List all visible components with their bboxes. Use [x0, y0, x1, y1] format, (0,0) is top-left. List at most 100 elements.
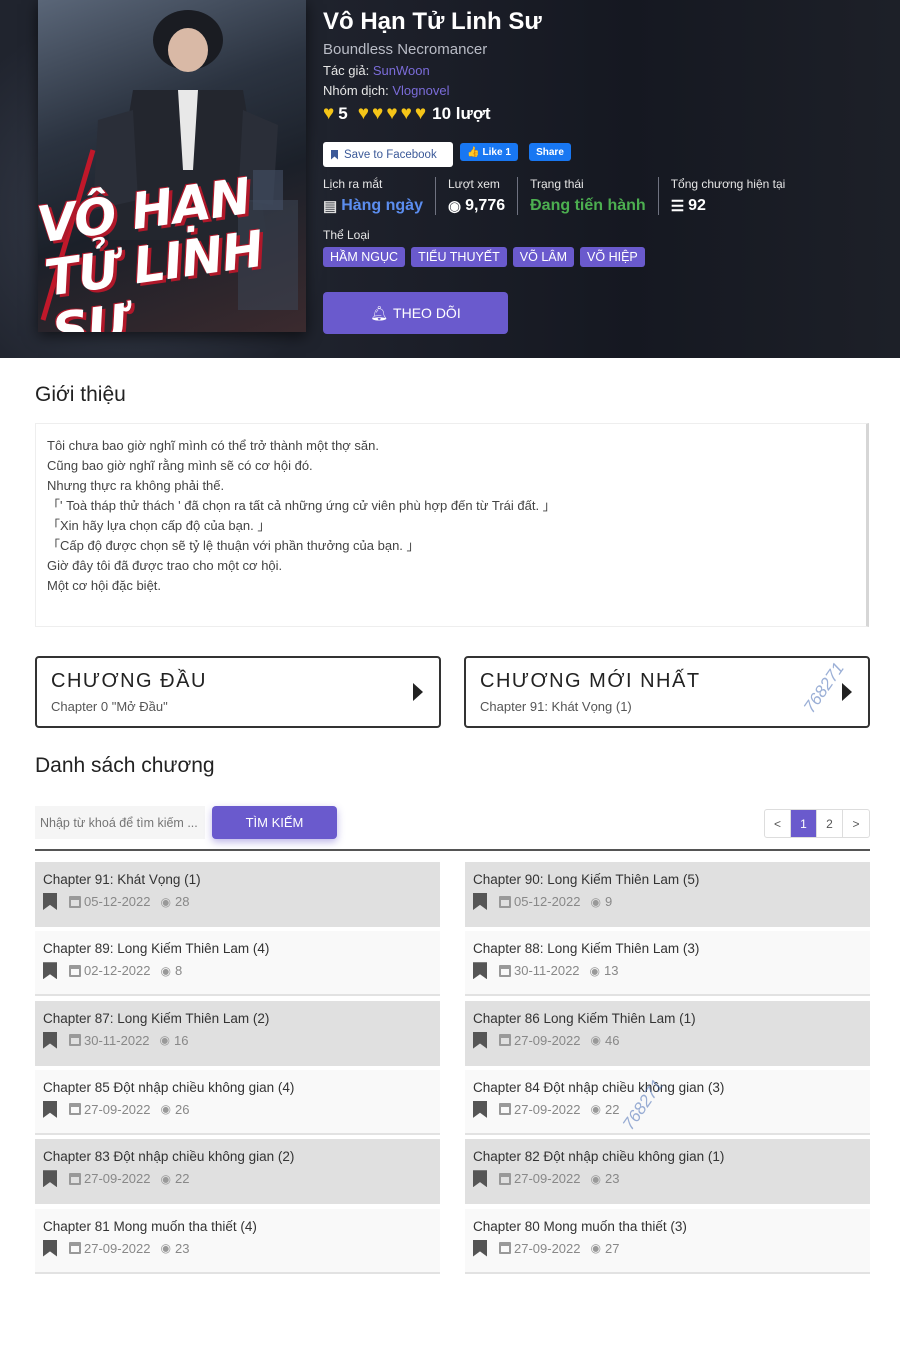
follow-label: THEO DÕI	[393, 305, 461, 321]
chapter-list-item[interactable]: Chapter 90: Long Kiếm Thiên Lam (5) 05-12…	[465, 862, 870, 927]
bookmark-icon[interactable]	[43, 1100, 57, 1118]
pagination: < 1 2 >	[764, 809, 870, 838]
chapter-date: 27-09-2022	[514, 1240, 581, 1256]
rate-heart-2[interactable]: ♥	[372, 104, 383, 124]
views-label: Lượt xem	[447, 177, 500, 191]
bookmark-icon[interactable]	[473, 962, 487, 980]
author-link[interactable]: SunWoon	[373, 63, 430, 78]
stat-status: Trạng thái Đang tiến hành	[530, 177, 659, 215]
eye-icon: ◉	[590, 1241, 601, 1255]
group-link[interactable]: Vlognovel	[392, 83, 449, 98]
pager-prev[interactable]: <	[765, 810, 791, 837]
chapter-date: 05-12-2022	[514, 894, 581, 909]
eye-icon: ◉	[160, 1102, 171, 1117]
chapter-name[interactable]: Chapter 89: Long Kiếm Thiên Lam (4)	[43, 941, 432, 956]
chapter-name[interactable]: Chapter 81 Mong muốn tha thiết (4)	[43, 1219, 432, 1234]
bookmark-icon[interactable]	[473, 893, 487, 910]
bookmark-icon[interactable]	[43, 1031, 57, 1049]
genre-tags: HẦM NGỤC TIỂU THUYẾT VÕ LÂM VÕ HIỆP	[323, 247, 645, 267]
rating: ♥ 5 ♥ ♥ ♥ ♥ ♥ 10 lượt	[323, 104, 491, 124]
pager-page-1[interactable]: 1	[791, 810, 817, 837]
chapter-name[interactable]: Chapter 86 Long Kiếm Thiên Lam (1)	[473, 1011, 862, 1026]
eye-icon: ◉	[160, 894, 171, 909]
latest-chapter-button[interactable]: CHƯƠNG MỚI NHẤT Chapter 91: Khát Vọng (1…	[464, 656, 870, 728]
bookmark-icon[interactable]	[43, 893, 57, 910]
rate-heart-5[interactable]: ♥	[415, 104, 426, 124]
chapter-list-item[interactable]: Chapter 89: Long Kiếm Thiên Lam (4) 02-12…	[35, 931, 440, 997]
intro-title: Giới thiệu	[35, 383, 126, 406]
save-to-facebook-button[interactable]: Save to Facebook	[323, 142, 453, 167]
chapter-meta: 05-12-2022 ◉ 9	[473, 893, 862, 910]
chapter-search-input[interactable]	[35, 806, 205, 839]
bookmark-icon[interactable]	[43, 962, 57, 980]
save-to-facebook-label: Save to Facebook	[344, 148, 437, 161]
rate-heart-1[interactable]: ♥	[358, 104, 369, 124]
latest-chapter-heading: CHƯƠNG MỚI NHẤT	[480, 670, 701, 692]
search-button[interactable]: TÌM KIẾM	[212, 806, 337, 839]
chapter-name[interactable]: Chapter 80 Mong muốn tha thiết (3)	[473, 1219, 862, 1234]
chapter-date: 27-09-2022	[84, 1101, 151, 1117]
chapter-name[interactable]: Chapter 87: Long Kiếm Thiên Lam (2)	[43, 1011, 432, 1026]
chapter-list-item[interactable]: Chapter 82 Đột nhập chiều không gian (1)…	[465, 1139, 870, 1205]
intro-description: Tôi chưa bao giờ nghĩ mình có thể trở th…	[35, 423, 869, 627]
chapter-name[interactable]: Chapter 82 Đột nhập chiều không gian (1)	[473, 1149, 862, 1164]
chapter-list-item[interactable]: Chapter 81 Mong muốn tha thiết (4) 27-09-…	[35, 1208, 440, 1274]
rate-heart-3[interactable]: ♥	[386, 104, 397, 124]
release-value: Hàng ngày	[341, 197, 423, 214]
chapters-value: 92	[688, 197, 706, 214]
genre-tag[interactable]: VÕ HIỆP	[580, 247, 645, 267]
chapter-list-item[interactable]: Chapter 87: Long Kiếm Thiên Lam (2) 30-11…	[35, 1000, 440, 1066]
bookmark-icon[interactable]	[473, 1100, 487, 1118]
rate-heart-4[interactable]: ♥	[401, 104, 412, 124]
chapter-views: 9	[604, 894, 613, 909]
facebook-like-button[interactable]: 👍 Like 1	[460, 143, 518, 161]
chapter-list-item[interactable]: Chapter 85 Đột nhập chiều không gian (4)…	[35, 1069, 440, 1135]
bookmark-icon[interactable]	[473, 1170, 487, 1188]
chapter-meta: 27-09-2022 ◉ 26	[43, 1100, 432, 1118]
chapter-views: 28	[174, 894, 190, 909]
first-chapter-button[interactable]: CHƯƠNG ĐẦU Chapter 0 "Mở Đầu"	[35, 656, 441, 728]
chapter-views: 26	[174, 1101, 190, 1117]
chapter-name[interactable]: Chapter 90: Long Kiếm Thiên Lam (5)	[473, 872, 862, 887]
chapter-name[interactable]: Chapter 85 Đột nhập chiều không gian (4)	[43, 1080, 432, 1095]
chapter-name[interactable]: Chapter 91: Khát Vọng (1)	[43, 872, 432, 887]
heart-icon: ♥	[323, 103, 335, 124]
bookmark-icon[interactable]	[473, 1239, 487, 1257]
play-arrow-icon	[413, 683, 423, 701]
genre-tag[interactable]: VÕ LÂM	[512, 247, 575, 267]
calendar-icon	[69, 1172, 81, 1185]
chapter-list-item[interactable]: Chapter 86 Long Kiếm Thiên Lam (1) 27-09-…	[465, 1000, 870, 1066]
intro-line: Nhưng thực ra không phải thế.	[47, 478, 225, 493]
chapter-list-item[interactable]: Chapter 88: Long Kiếm Thiên Lam (3) 30-11…	[465, 931, 870, 997]
cover-image[interactable]: VÔ HẠN TỬ LINH SƯ	[38, 0, 306, 332]
stat-views: Lượt xem ◉ 9,776	[447, 177, 519, 215]
pager-next[interactable]: >	[843, 810, 869, 837]
chapter-name[interactable]: Chapter 88: Long Kiếm Thiên Lam (3)	[473, 941, 862, 956]
facebook-share-button[interactable]: Share	[529, 143, 571, 161]
eye-icon: ◉	[447, 198, 462, 215]
genres-label: Thể Loại	[323, 228, 370, 242]
chapter-list-item[interactable]: Chapter 91: Khát Vọng (1) 05-12-2022 ◉ 28	[35, 862, 440, 927]
chapter-date: 27-09-2022	[514, 1032, 581, 1048]
release-label: Lịch ra mắt	[323, 177, 383, 191]
intro-line: 「Xin hãy lựa chọn cấp độ của bạn. 」	[47, 518, 271, 533]
bookmark-icon[interactable]	[473, 1031, 487, 1049]
pager-page-2[interactable]: 2	[817, 810, 843, 837]
chapter-name[interactable]: Chapter 83 Đột nhập chiều không gian (2)	[43, 1149, 432, 1164]
intro-line: Giờ đây tôi đã được trao cho một cơ hội.	[47, 558, 283, 573]
bell-icon: 🔔︎	[370, 304, 389, 321]
chapter-date: 30-11-2022	[84, 1032, 150, 1048]
chapter-list-item[interactable]: Chapter 80 Mong muốn tha thiết (3) 27-09-…	[465, 1208, 870, 1274]
follow-button[interactable]: 🔔︎ THEO DÕI	[323, 292, 508, 334]
genre-tag[interactable]: TIỂU THUYẾT	[411, 247, 507, 267]
bookmark-icon[interactable]	[43, 1239, 57, 1257]
rating-count: 10 lượt	[432, 104, 491, 123]
bookmark-icon[interactable]	[43, 1170, 57, 1188]
chapter-meta: 30-11-2022 ◉ 16	[43, 1031, 432, 1049]
chapter-list-item[interactable]: Chapter 83 Đột nhập chiều không gian (2)…	[35, 1139, 440, 1205]
chapter-date: 27-09-2022	[84, 1171, 151, 1187]
chapter-views: 16	[174, 1032, 189, 1048]
chapter-date: 27-09-2022	[514, 1101, 581, 1117]
genre-tag[interactable]: HẦM NGỤC	[323, 247, 406, 267]
chapter-list-item[interactable]: Chapter 84 Đột nhập chiều không gian (3)…	[465, 1069, 870, 1135]
